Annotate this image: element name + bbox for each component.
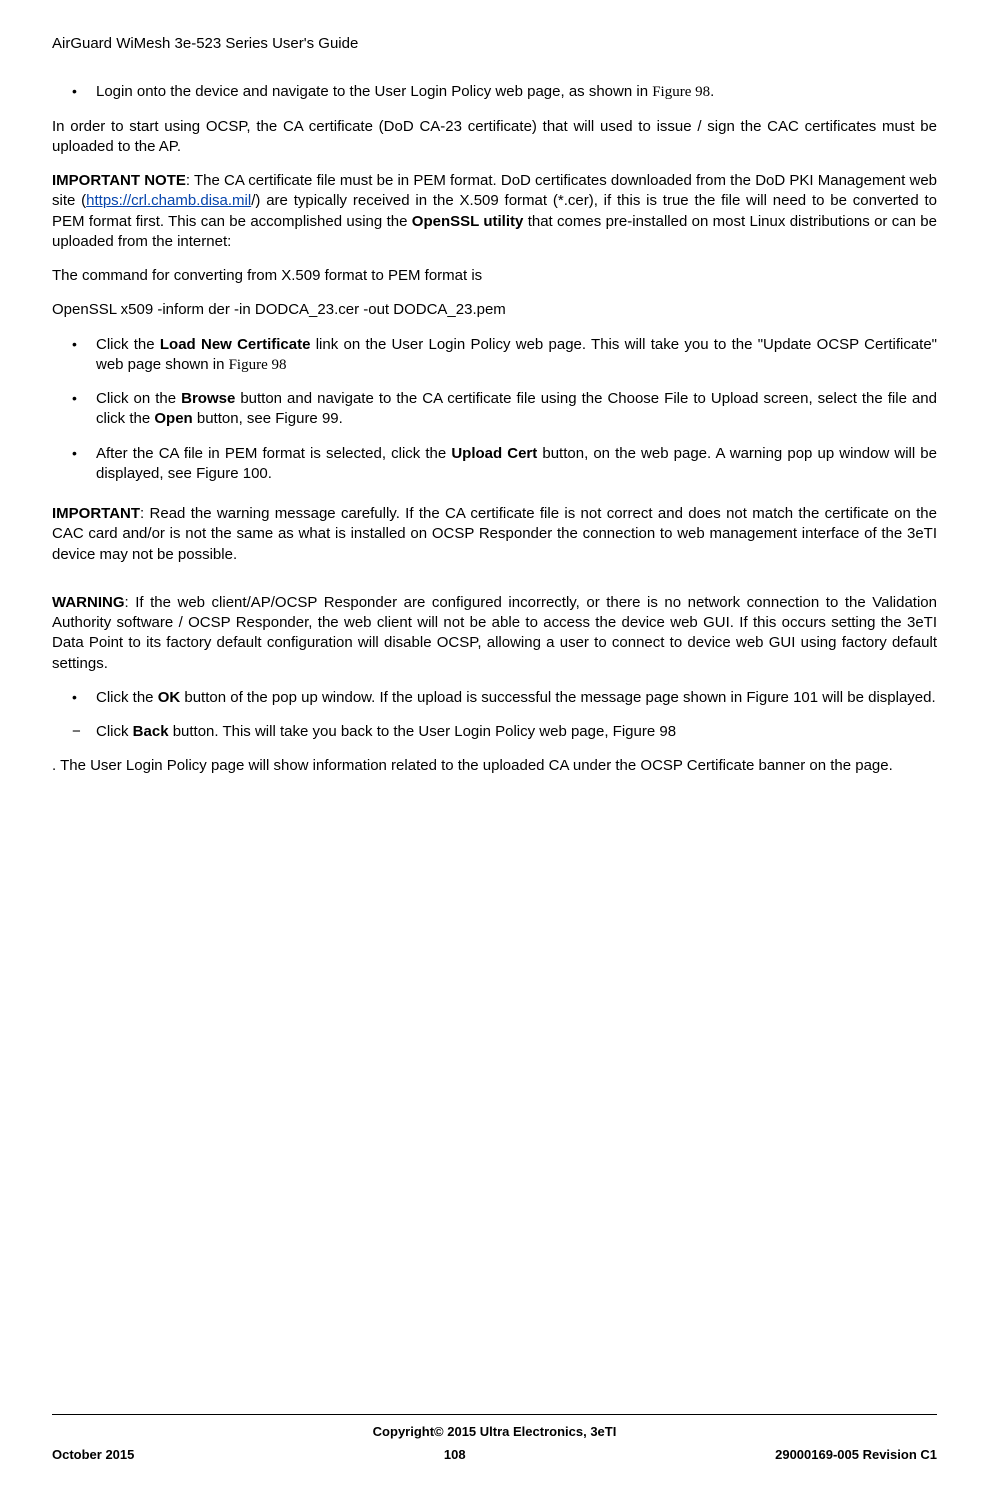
paragraph-indented: . The User Login Policy page will show i… <box>52 756 937 776</box>
page-footer: Copyright© 2015 Ultra Electronics, 3eTI … <box>52 1414 937 1464</box>
list-item: Login onto the device and navigate to th… <box>96 82 937 102</box>
paragraph: In order to start using OCSP, the CA cer… <box>52 117 937 158</box>
footer-copyright: Copyright© 2015 Ultra Electronics, 3eTI <box>52 1423 937 1441</box>
footer-page-number: 108 <box>444 1446 466 1464</box>
pki-url-link[interactable]: https://crl.chamb.disa.mil <box>86 192 251 209</box>
bullet-list-1: Login onto the device and navigate to th… <box>52 82 937 102</box>
dash-list-1: Click Back button. This will take you ba… <box>52 722 937 742</box>
command-text: OpenSSL x509 -inform der -in DODCA_23.ce… <box>52 300 937 320</box>
footer-revision: 29000169-005 Revision C1 <box>775 1446 937 1464</box>
list-item: Click the Load New Certificate link on t… <box>96 335 937 376</box>
list-item: Click the OK button of the pop up window… <box>96 688 937 708</box>
list-item: After the CA file in PEM format is selec… <box>96 444 937 485</box>
doc-title: AirGuard WiMesh 3e-523 Series User's Gui… <box>52 35 358 52</box>
important-note-paragraph: IMPORTANT NOTE: The CA certificate file … <box>52 171 937 252</box>
list-item: Click Back button. This will take you ba… <box>96 722 937 742</box>
page-content: Login onto the device and navigate to th… <box>52 82 937 1414</box>
paragraph: The command for converting from X.509 fo… <box>52 266 937 286</box>
important-paragraph: IMPORTANT: Read the warning message care… <box>52 504 937 565</box>
footer-date: October 2015 <box>52 1446 134 1464</box>
list-item: Click on the Browse button and navigate … <box>96 389 937 430</box>
warning-paragraph: WARNING: If the web client/AP/OCSP Respo… <box>52 593 937 674</box>
bullet-list-2: Click the Load New Certificate link on t… <box>52 335 937 485</box>
page-header: AirGuard WiMesh 3e-523 Series User's Gui… <box>52 34 937 54</box>
bullet-list-3: Click the OK button of the pop up window… <box>52 688 937 708</box>
